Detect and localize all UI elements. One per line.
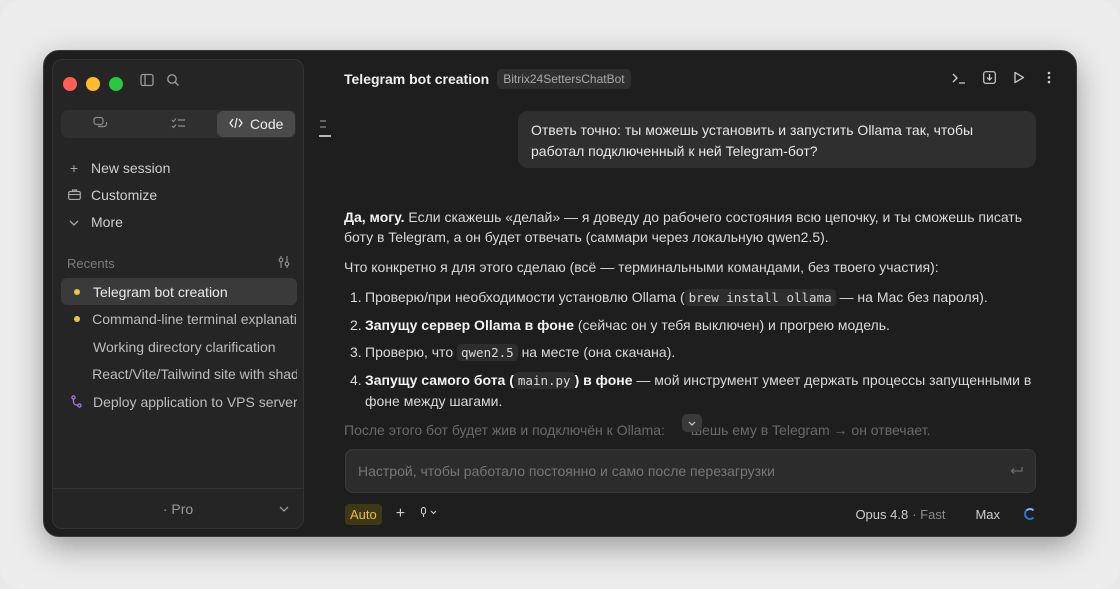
list-item: 2. Запущу сервер Ollama в фоне (сейчас о… bbox=[350, 315, 1034, 335]
recent-item[interactable]: React/Vite/Tailwind site with shadcn bbox=[61, 361, 297, 388]
inline-code: brew install ollama bbox=[684, 289, 836, 306]
close-window-button[interactable] bbox=[63, 77, 77, 91]
unread-dot-icon bbox=[71, 316, 82, 322]
customize-label: Customize bbox=[91, 186, 158, 203]
play-icon[interactable] bbox=[1012, 71, 1026, 87]
chat-bubbles-icon bbox=[93, 116, 108, 133]
effort-selector[interactable]: Max bbox=[975, 507, 1000, 522]
checklist-icon bbox=[171, 116, 186, 132]
list-item: 3. Проверю, что qwen2.5 на месте (она ск… bbox=[350, 342, 1034, 363]
repo-tag[interactable]: Bitrix24SettersChatBot bbox=[497, 69, 631, 89]
header-actions bbox=[952, 71, 1056, 87]
tab-code-label: Code bbox=[249, 116, 284, 132]
sidebar-menu: + New session Customize More bbox=[67, 154, 170, 235]
recent-item-label: Working directory clarification bbox=[93, 338, 276, 355]
prompt-input-box bbox=[345, 449, 1036, 493]
assistant-intro: Да, могу. Если скажешь «делай» — я довед… bbox=[344, 207, 1034, 247]
filter-sliders-icon[interactable] bbox=[277, 256, 291, 271]
plan-label: · Pro bbox=[162, 500, 194, 517]
zoom-window-button[interactable] bbox=[109, 77, 123, 91]
app-window: Code + New session Customize More Recent… bbox=[43, 50, 1077, 537]
speed-label: · Fast bbox=[912, 506, 946, 522]
model-controls: Opus 4.8 · Fast Max bbox=[855, 507, 1036, 522]
session-title: Telegram bot creation bbox=[344, 71, 490, 87]
mode-switcher: Code bbox=[61, 110, 296, 138]
terminal-icon[interactable] bbox=[952, 71, 966, 87]
recent-item-label: Command-line terminal explanation bbox=[92, 311, 297, 327]
briefcase-icon bbox=[67, 187, 81, 203]
chevron-down-icon bbox=[67, 214, 81, 230]
recent-item[interactable]: Telegram bot creation bbox=[61, 278, 297, 305]
faded-text-b: шешь ему в Telegram → он отвечает. bbox=[690, 422, 931, 438]
enter-return-icon[interactable] bbox=[1010, 463, 1023, 479]
download-icon[interactable] bbox=[982, 71, 996, 87]
recent-item[interactable]: Working directory clarification bbox=[61, 333, 297, 360]
user-message: Ответь точно: ты можешь установить и зап… bbox=[518, 111, 1036, 168]
faded-text-a: После этого бот будет жив и подключён к … bbox=[344, 422, 669, 438]
steps-list: 1. Проверю/при необходимости установлю O… bbox=[344, 287, 1034, 411]
step-text: (сейчас он у тебя выключен) и прогрею мо… bbox=[574, 317, 890, 333]
branch-icon bbox=[71, 395, 83, 408]
step-bold: ) в фоне bbox=[574, 372, 633, 388]
recents-header: Recents bbox=[67, 256, 291, 271]
minimize-window-button[interactable] bbox=[86, 77, 100, 91]
tab-tasks[interactable] bbox=[140, 111, 218, 137]
step-bold: Запущу сервер Ollama в фоне bbox=[365, 317, 574, 333]
unread-dot-icon bbox=[71, 288, 83, 295]
composer-toolbar: Auto + Opus 4.8 · Fast Max bbox=[345, 503, 1036, 525]
plus-icon: + bbox=[69, 159, 79, 176]
recent-item[interactable]: Command-line terminal explanation bbox=[61, 306, 297, 333]
sidebar: Code + New session Customize More Recent… bbox=[52, 59, 304, 529]
recent-item-label: React/Vite/Tailwind site with shadcn bbox=[92, 366, 297, 382]
prompt-input[interactable] bbox=[358, 463, 1010, 479]
session-header: Telegram bot creation Bitrix24SettersCha… bbox=[344, 67, 1064, 91]
tab-code[interactable]: Code bbox=[217, 111, 296, 137]
window-controls bbox=[63, 77, 123, 91]
more-label: More bbox=[91, 213, 123, 230]
model-selector[interactable]: Opus 4.8 bbox=[855, 507, 908, 522]
step-number: 3. bbox=[350, 344, 362, 360]
loading-spinner-icon bbox=[1024, 508, 1036, 520]
recent-item-label: Deploy application to VPS server bbox=[92, 393, 297, 410]
recent-item[interactable]: Deploy application to VPS server bbox=[61, 388, 297, 415]
plan-selector[interactable]: · Pro bbox=[53, 488, 303, 528]
outline-icon[interactable] bbox=[318, 119, 332, 140]
mode-auto-button[interactable]: Auto bbox=[345, 503, 382, 525]
chevron-down-icon bbox=[279, 502, 289, 516]
assistant-lead: Что конкретно я для этого сделаю (всё — … bbox=[344, 259, 939, 275]
step-number: 2. bbox=[350, 317, 362, 333]
assistant-intro-bold: Да, могу. bbox=[344, 209, 405, 225]
microphone-icon[interactable] bbox=[419, 506, 437, 521]
step-text: Проверю, что bbox=[365, 344, 457, 360]
step-text: на месте (она скачана). bbox=[517, 344, 676, 360]
inline-code: qwen2.5 bbox=[457, 344, 518, 361]
new-session-button[interactable]: + New session bbox=[67, 154, 170, 181]
faded-text: После этого бот будет жив и подключён к … bbox=[344, 422, 930, 438]
code-icon bbox=[229, 116, 243, 132]
step-number: 4. bbox=[350, 372, 362, 388]
list-item: 1. Проверю/при необходимости установлю O… bbox=[350, 287, 1034, 308]
step-number: 1. bbox=[350, 289, 362, 305]
scroll-down-button[interactable] bbox=[682, 414, 702, 432]
new-session-label: New session bbox=[91, 159, 171, 176]
sidebar-top-icons bbox=[139, 72, 181, 88]
assistant-intro-text: Если скажешь «делай» — я доведу до рабоч… bbox=[344, 209, 1023, 245]
step-text: Проверю/при необходимости установлю Olla… bbox=[365, 289, 685, 305]
recent-item-label: Telegram bot creation bbox=[93, 283, 228, 300]
customize-button[interactable]: Customize bbox=[67, 181, 170, 208]
more-button[interactable]: More bbox=[67, 208, 170, 235]
search-icon[interactable] bbox=[165, 72, 181, 88]
more-vertical-icon[interactable] bbox=[1042, 71, 1056, 87]
sidebar-toggle-icon[interactable] bbox=[139, 72, 155, 88]
step-bold: Запущу самого бота ( bbox=[365, 372, 514, 388]
recents-label: Recents bbox=[67, 256, 115, 271]
add-attachment-icon[interactable]: + bbox=[396, 505, 405, 523]
step-text: — на Mac без пароля). bbox=[835, 289, 988, 305]
assistant-message: Да, могу. Если скажешь «делай» — я довед… bbox=[344, 207, 1034, 418]
recents-list: Telegram bot creation Command-line termi… bbox=[61, 278, 297, 416]
tab-chat[interactable] bbox=[62, 111, 140, 137]
list-item: 4. Запущу самого бота (main.py) в фоне —… bbox=[350, 370, 1034, 411]
inline-code: main.py bbox=[513, 372, 575, 389]
